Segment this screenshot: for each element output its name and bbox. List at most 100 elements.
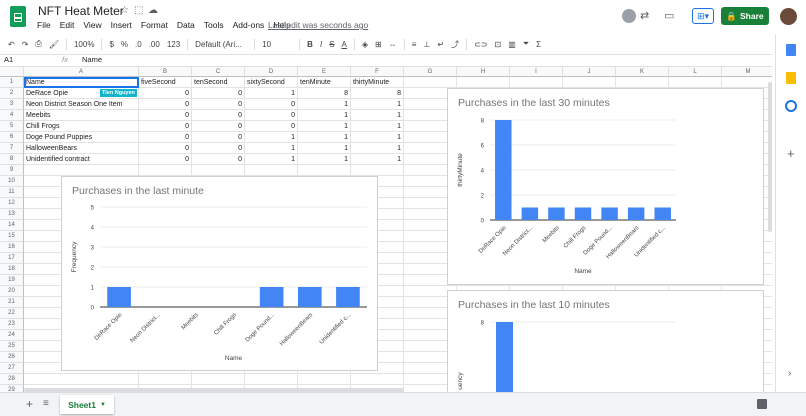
menu-edit[interactable]: Edit	[60, 20, 75, 30]
data-cell[interactable]: 0	[245, 99, 298, 110]
row-header[interactable]: 21	[0, 297, 24, 308]
column-header[interactable]: G	[404, 67, 457, 77]
data-cell[interactable]: 0	[192, 121, 245, 132]
row-header[interactable]: 1	[0, 77, 24, 88]
menu-view[interactable]: View	[83, 20, 101, 30]
font-select[interactable]: Default (Ari...	[195, 40, 247, 49]
redo-icon[interactable]: ↷	[22, 40, 29, 49]
name-box[interactable]: A1	[4, 55, 13, 64]
cell[interactable]	[245, 165, 298, 176]
data-cell[interactable]: 1	[298, 154, 351, 165]
menu-addons[interactable]: Add-ons	[233, 20, 265, 30]
data-cell[interactable]: 1	[351, 99, 404, 110]
cell[interactable]	[722, 77, 772, 88]
data-cell[interactable]: 1	[245, 143, 298, 154]
menu-file[interactable]: File	[37, 20, 51, 30]
italic-button[interactable]: I	[320, 40, 322, 49]
data-cell[interactable]: 1	[298, 99, 351, 110]
data-cell[interactable]: 0	[139, 121, 192, 132]
data-cell[interactable]: 1	[245, 88, 298, 99]
data-cell[interactable]: 0	[192, 110, 245, 121]
vertical-align-icon[interactable]: ⊥	[423, 40, 430, 49]
data-cell[interactable]: 0	[139, 99, 192, 110]
data-cell[interactable]: 0	[192, 143, 245, 154]
row-header[interactable]: 10	[0, 176, 24, 187]
row-header[interactable]: 4	[0, 110, 24, 121]
vertical-scrollbar[interactable]	[768, 82, 772, 232]
row-header[interactable]: 14	[0, 220, 24, 231]
data-cell[interactable]: 1	[351, 110, 404, 121]
menu-insert[interactable]: Insert	[111, 20, 132, 30]
column-header[interactable]: D	[245, 67, 298, 77]
column-header[interactable]: F	[351, 67, 404, 77]
column-header[interactable]: I	[510, 67, 563, 77]
data-cell[interactable]: 1	[298, 121, 351, 132]
menu-tools[interactable]: Tools	[204, 20, 224, 30]
star-icon[interactable]: ☆	[120, 5, 129, 16]
activity-icon[interactable]: ⇄	[640, 9, 649, 22]
all-sheets-icon[interactable]: ≡	[43, 398, 49, 409]
add-sheet-icon[interactable]: +	[26, 397, 33, 411]
data-cell[interactable]: 0	[192, 132, 245, 143]
cell[interactable]	[404, 77, 457, 88]
bold-button[interactable]: B	[307, 40, 313, 49]
row-header[interactable]: 28	[0, 374, 24, 385]
insert-comment-icon[interactable]: ⊡	[494, 40, 501, 49]
row-header[interactable]: 11	[0, 187, 24, 198]
row-header[interactable]: 29	[0, 385, 24, 392]
cell[interactable]	[298, 165, 351, 176]
insert-chart-icon[interactable]: ▥	[508, 40, 516, 49]
header-cell[interactable]: tenSecond	[192, 77, 245, 88]
data-cell[interactable]: 1	[245, 154, 298, 165]
cell[interactable]	[351, 374, 404, 385]
undo-icon[interactable]: ↶	[8, 40, 15, 49]
last-edit-link[interactable]: Last edit was seconds ago	[268, 20, 368, 30]
row-header[interactable]: 17	[0, 253, 24, 264]
row-header[interactable]: 2	[0, 88, 24, 99]
strikethrough-button[interactable]: S	[329, 40, 334, 49]
collaborator-avatar[interactable]	[622, 9, 636, 23]
row-header[interactable]: 27	[0, 363, 24, 374]
filter-icon[interactable]: ⏷	[523, 39, 529, 49]
zoom-select[interactable]: 100%	[74, 40, 94, 49]
cell[interactable]	[192, 165, 245, 176]
data-cell[interactable]: 0	[139, 110, 192, 121]
cell[interactable]	[139, 165, 192, 176]
account-avatar[interactable]	[780, 8, 797, 25]
menu-format[interactable]: Format	[141, 20, 168, 30]
cell[interactable]	[669, 77, 722, 88]
data-cell[interactable]: Unidentified contract	[24, 154, 139, 165]
column-header[interactable]: E	[298, 67, 351, 77]
column-header[interactable]: M	[722, 67, 772, 77]
column-header[interactable]: B	[139, 67, 192, 77]
column-header[interactable]: A	[24, 67, 139, 77]
row-header[interactable]: 18	[0, 264, 24, 275]
data-cell[interactable]: 1	[298, 143, 351, 154]
data-cell[interactable]: 1	[298, 132, 351, 143]
row-header[interactable]: 6	[0, 132, 24, 143]
data-cell[interactable]: 1	[351, 132, 404, 143]
row-header[interactable]: 15	[0, 231, 24, 242]
data-cell[interactable]: Doge Pound Puppies	[24, 132, 139, 143]
data-cell[interactable]: 0	[139, 143, 192, 154]
select-all-corner[interactable]	[0, 67, 24, 77]
tasks-icon[interactable]	[785, 100, 797, 112]
header-cell[interactable]: thirtyMinute	[351, 77, 404, 88]
sheet-tab[interactable]: Sheet1 ▼	[60, 395, 114, 414]
decrease-decimal-button[interactable]: .0	[135, 40, 142, 49]
keep-icon[interactable]	[786, 72, 796, 84]
font-size-select[interactable]: 10	[262, 40, 292, 49]
explore-icon[interactable]	[757, 399, 767, 409]
row-header[interactable]: 26	[0, 352, 24, 363]
more-formats-button[interactable]: 123	[167, 40, 180, 49]
collapse-panel-icon[interactable]: ›	[788, 368, 791, 379]
row-header[interactable]: 13	[0, 209, 24, 220]
header-cell[interactable]: sixtySecond	[245, 77, 298, 88]
cell[interactable]	[616, 77, 669, 88]
row-header[interactable]: 20	[0, 286, 24, 297]
row-header[interactable]: 9	[0, 165, 24, 176]
text-wrap-icon[interactable]: ↵	[437, 40, 444, 49]
cell[interactable]	[563, 77, 616, 88]
percent-button[interactable]: %	[121, 40, 128, 49]
column-header[interactable]: J	[563, 67, 616, 77]
